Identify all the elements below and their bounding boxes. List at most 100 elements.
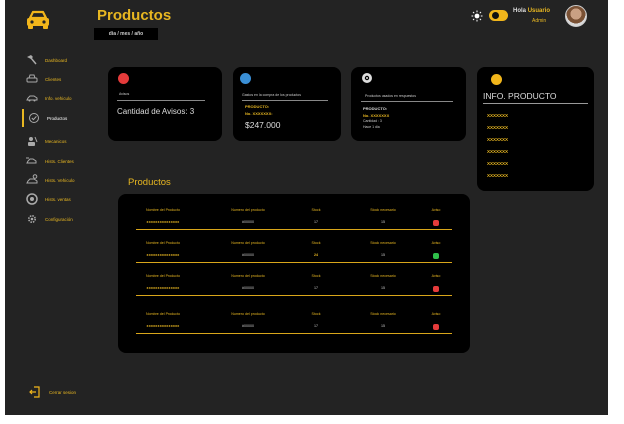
product-number: No. XXXXXXX — [363, 113, 390, 118]
sidebar-item-hists-clientes[interactable]: Hists. Clientes — [22, 152, 92, 170]
product-needed: 15 — [381, 324, 385, 328]
product-stock: 24 — [314, 253, 318, 257]
header-aviso: Aviso — [431, 208, 441, 212]
header-needed: Stock necesario — [370, 241, 396, 245]
car-icon — [26, 74, 38, 83]
product-stock: 17 — [314, 220, 318, 224]
info-producto-card: INFO. PRODUCTO XXXXXXX XXXXXXX XXXXXXX X… — [477, 67, 594, 191]
product-name: xxxxxxxxxxxxxxx — [146, 253, 180, 257]
product-name: xxxxxxxxxxxxxxx — [146, 220, 180, 224]
sidebar-item-info-vehiculo[interactable]: Info. vehiculo — [22, 89, 92, 107]
sidebar-item-productos[interactable]: Productos — [22, 109, 92, 127]
sidebar-item-label: Info. vehiculo — [45, 95, 72, 101]
car-history-icon — [26, 157, 37, 164]
header-number: Numero del producto — [231, 208, 265, 212]
repuestos-card: Productos usados en respuestos PRODUCTO:… — [351, 67, 466, 141]
header-stock: Stock — [311, 312, 321, 316]
header-aviso: Aviso — [431, 274, 441, 278]
header-stock: Stock — [311, 208, 321, 212]
divider — [361, 101, 453, 102]
logout-label: Cerrar sesion — [49, 389, 77, 395]
info-item: XXXXXXX — [487, 173, 509, 178]
table-row[interactable]: Nombre del Producto Numero del producto … — [136, 206, 452, 230]
hammer-icon — [27, 55, 37, 65]
user-role: Admin — [532, 18, 547, 24]
info-title: INFO. PRODUCTO — [483, 91, 557, 101]
toggle-knob — [492, 12, 499, 19]
smile-icon — [491, 74, 502, 85]
sidebar-item-label: Dashboard — [45, 57, 68, 63]
info-item: XXXXXXX — [487, 113, 509, 118]
header-number: Numero del producto — [231, 312, 265, 316]
sidebar-item-dashboard[interactable]: Dashboard — [22, 51, 92, 69]
info-item: XXXXXXX — [487, 125, 509, 130]
info-item: XXXXXXX — [487, 149, 509, 154]
sidebar-item-hists-vehiculo[interactable]: Hists. Vehiculo — [22, 171, 92, 189]
car-side-icon — [26, 95, 38, 102]
product-label: PRODUCTO: — [363, 106, 388, 111]
car-logo-icon — [27, 10, 49, 29]
product-name: xxxxxxxxxxxxxxx — [146, 286, 180, 290]
alert-status-icon — [433, 220, 439, 226]
info-item: XXXXXXX — [487, 137, 509, 142]
table-row[interactable]: Nombre del Producto Numero del producto … — [136, 239, 452, 263]
product-needed: 15 — [381, 220, 385, 224]
header-aviso: Aviso — [431, 312, 441, 316]
avisos-card: Avisos Cantidad de Avisos: 3 — [108, 67, 222, 141]
product-stock: 17 — [314, 324, 318, 328]
avisos-label: Avisos — [119, 92, 130, 96]
sidebar-item-clientes[interactable]: Clientes — [22, 70, 92, 88]
header-name: Nombre del Producto — [146, 274, 180, 278]
header-aviso: Aviso — [431, 241, 441, 245]
date-input[interactable]: dia / mes / año — [94, 28, 158, 40]
username: Usuario — [527, 8, 551, 14]
compras-label: Gastos en la compra de los productos — [242, 93, 301, 97]
header-needed: Stock necesario — [370, 208, 396, 212]
sun-icon[interactable] — [471, 10, 483, 22]
header-name: Nombre del Producto — [146, 241, 180, 245]
info-item: XXXXXXX — [487, 161, 509, 166]
mechanic-icon — [28, 136, 38, 146]
product-number: #00000 — [242, 324, 254, 328]
divider — [483, 103, 588, 104]
ok-status-icon — [433, 253, 439, 259]
product-number: #00000 — [242, 253, 254, 257]
header-name: Nombre del Producto — [146, 312, 180, 316]
product-name: xxxxxxxxxxxxxxx — [146, 324, 180, 328]
avatar[interactable] — [565, 5, 587, 27]
header-needed: Stock necesario — [370, 274, 396, 278]
sidebar-item-label: Mecanicos — [45, 138, 67, 144]
compras-card: Gastos en la compra de los productos PRO… — [233, 67, 341, 141]
sidebar-item-label: Clientes — [45, 76, 62, 82]
table-row[interactable]: Nombre del Producto Numero del producto … — [136, 310, 452, 334]
sidebar-item-label: Hists. ventas — [45, 196, 71, 202]
sidebar-item-label: Productos — [47, 115, 68, 121]
repuestos-label: Productos usados en respuestos — [365, 94, 416, 98]
sidebar-item-label: Hists. Clientes — [45, 158, 74, 164]
sidebar-item-label: Hists. Vehiculo — [45, 177, 75, 183]
sidebar-item-configuracion[interactable]: Configuración — [22, 210, 92, 228]
user-greeting: Hola Usuario — [513, 8, 550, 14]
gear-icon — [27, 214, 37, 224]
alert-status-icon — [433, 286, 439, 292]
alert-icon — [118, 73, 129, 84]
chart-icon — [240, 73, 251, 84]
header-number: Numero del producto — [231, 241, 265, 245]
product-number: #00000 — [242, 220, 254, 224]
sidebar-item-mecanicos[interactable]: Mecanicos — [22, 132, 92, 150]
app-window: Productos dia / mes / año Hola Usuario A… — [5, 0, 608, 415]
header-stock: Stock — [311, 274, 321, 278]
tire-icon — [362, 73, 372, 83]
header-stock: Stock — [311, 241, 321, 245]
header-name: Nombre del Producto — [146, 208, 180, 212]
tire-icon — [26, 193, 38, 205]
product-needed: 15 — [381, 253, 385, 257]
section-title: Productos — [128, 177, 171, 188]
products-table: Nombre del Producto Numero del producto … — [118, 194, 470, 353]
product-number: #00000 — [242, 286, 254, 290]
header-needed: Stock necesario — [370, 312, 396, 316]
theme-toggle[interactable] — [489, 10, 508, 21]
table-row[interactable]: Nombre del Producto Numero del producto … — [136, 272, 452, 296]
sidebar-item-hists-ventas[interactable]: Hists. ventas — [22, 190, 92, 208]
logout-button[interactable]: Cerrar sesion — [29, 386, 76, 398]
